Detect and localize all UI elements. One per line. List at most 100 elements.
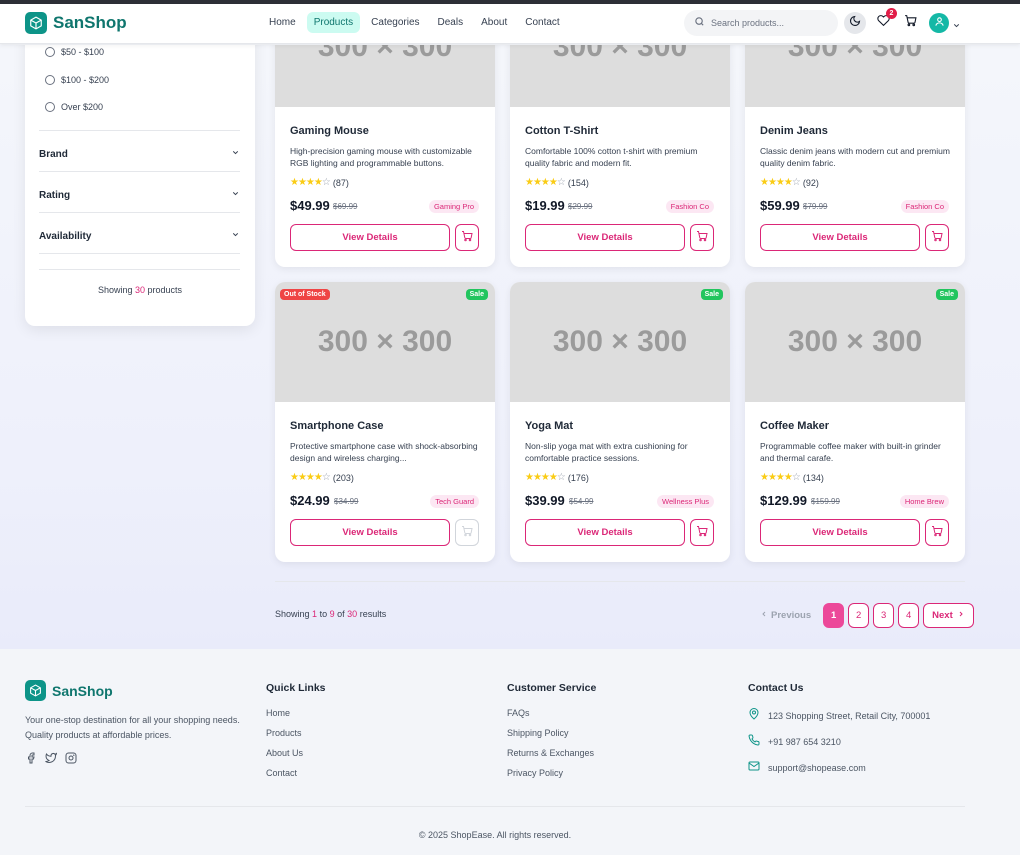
product-name[interactable]: Denim Jeans bbox=[760, 125, 828, 137]
facet-brand[interactable]: Brand bbox=[39, 148, 240, 160]
view-details-button[interactable]: View Details bbox=[760, 224, 920, 251]
product-rating: ★★★★☆ (154) bbox=[525, 177, 589, 188]
product-description: Classic denim jeans with modern cut and … bbox=[760, 146, 950, 168]
view-details-button[interactable]: View Details bbox=[290, 519, 450, 546]
product-name[interactable]: Coffee Maker bbox=[760, 420, 829, 432]
add-to-cart-button[interactable] bbox=[925, 224, 949, 251]
product-old-price: $54.99 bbox=[569, 497, 594, 506]
product-name[interactable]: Yoga Mat bbox=[525, 420, 573, 432]
quick-links-heading: Quick Links bbox=[266, 682, 326, 694]
divider bbox=[39, 253, 240, 254]
results-of-word: of bbox=[337, 609, 345, 619]
social-links bbox=[25, 751, 77, 769]
address-text: 123 Shopping Street, Retail City, 700001 bbox=[768, 710, 931, 721]
star-rating-icon: ★★★★☆ bbox=[525, 177, 566, 188]
product-image[interactable]: 300 × 300 bbox=[275, 45, 495, 107]
product-image[interactable]: 300 × 300 bbox=[745, 45, 965, 107]
nav-deals[interactable]: Deals bbox=[431, 12, 471, 33]
product-old-price: $79.99 bbox=[803, 202, 828, 211]
divider bbox=[275, 581, 965, 582]
nav-categories[interactable]: Categories bbox=[364, 12, 426, 33]
price-option-over-200[interactable]: Over $200 bbox=[45, 102, 103, 112]
nav-contact[interactable]: Contact bbox=[518, 12, 566, 33]
product-card: 300 × 300 Sale Yoga Mat Non-slip yoga ma… bbox=[510, 282, 730, 562]
add-to-cart-button[interactable] bbox=[690, 519, 714, 546]
view-details-button[interactable]: View Details bbox=[525, 519, 685, 546]
product-description: Protective smartphone case with shock-ab… bbox=[290, 441, 478, 463]
price-option-100-200[interactable]: $100 - $200 bbox=[45, 75, 109, 85]
product-description: Comfortable 100% cotton t-shirt with pre… bbox=[525, 146, 698, 168]
contact-email: support@shopease.com bbox=[748, 760, 930, 775]
add-to-cart-button[interactable] bbox=[455, 519, 479, 546]
footer-link-faqs[interactable]: FAQs bbox=[507, 708, 596, 719]
view-details-button[interactable]: View Details bbox=[525, 224, 685, 251]
nav-products[interactable]: Products bbox=[306, 12, 361, 33]
previous-page-button[interactable]: Previous bbox=[752, 603, 819, 628]
review-count: (203) bbox=[332, 472, 354, 483]
product-image[interactable]: 300 × 300 bbox=[275, 282, 495, 402]
facet-label: Rating bbox=[39, 189, 71, 201]
product-name[interactable]: Gaming Mouse bbox=[290, 125, 369, 137]
logo-text: SanShop bbox=[53, 13, 127, 32]
view-details-button[interactable]: View Details bbox=[760, 519, 920, 546]
divider bbox=[25, 806, 965, 807]
radio-button[interactable] bbox=[45, 102, 55, 112]
footer-link-shipping[interactable]: Shipping Policy bbox=[507, 728, 596, 739]
footer-link-contact[interactable]: Contact bbox=[266, 768, 326, 779]
price-option-label: $100 - $200 bbox=[61, 75, 110, 85]
radio-button[interactable] bbox=[45, 47, 55, 57]
twitter-icon[interactable] bbox=[45, 751, 58, 769]
price-option-50-100[interactable]: $50 - $100 bbox=[45, 47, 104, 57]
page-button-2[interactable]: 2 bbox=[848, 603, 870, 628]
contact-address: 123 Shopping Street, Retail City, 700001 bbox=[748, 708, 930, 723]
footer-link-products[interactable]: Products bbox=[266, 728, 326, 739]
add-to-cart-button[interactable] bbox=[690, 224, 714, 251]
page-button-4[interactable]: 4 bbox=[898, 603, 920, 628]
search-input[interactable] bbox=[711, 18, 831, 28]
facebook-icon[interactable] bbox=[25, 751, 37, 769]
cart-icon bbox=[461, 524, 473, 542]
next-page-button[interactable]: Next bbox=[923, 603, 974, 628]
footer-link-returns[interactable]: Returns & Exchanges bbox=[507, 748, 596, 759]
product-name[interactable]: Smartphone Case bbox=[290, 420, 384, 432]
instagram-icon[interactable] bbox=[65, 751, 77, 769]
footer-logo[interactable]: SanShop bbox=[25, 680, 113, 701]
footer-link-home[interactable]: Home bbox=[266, 708, 326, 719]
view-details-button[interactable]: View Details bbox=[290, 224, 450, 251]
review-count: (176) bbox=[567, 472, 589, 483]
product-card: 300 × 300 Denim Jeans Classic denim jean… bbox=[745, 45, 965, 267]
product-rating: ★★★★☆ (203) bbox=[290, 472, 354, 483]
product-name[interactable]: Cotton T-Shirt bbox=[525, 125, 598, 137]
page-button-3[interactable]: 3 bbox=[873, 603, 895, 628]
email-text[interactable]: support@shopease.com bbox=[768, 762, 866, 774]
user-avatar[interactable] bbox=[929, 13, 949, 33]
theme-toggle-button[interactable] bbox=[844, 12, 866, 34]
product-card: 300 × 300 Sale Coffee Maker Programmable… bbox=[745, 282, 965, 562]
results-to-word: to bbox=[319, 609, 328, 619]
product-description: Non-slip yoga mat with extra cushioning … bbox=[525, 441, 688, 463]
add-to-cart-button[interactable] bbox=[455, 224, 479, 251]
nav-home[interactable]: Home bbox=[262, 12, 303, 33]
out-of-stock-badge: Out of Stock bbox=[280, 289, 330, 300]
radio-button[interactable] bbox=[45, 75, 55, 85]
wishlist-button[interactable]: 2 bbox=[872, 8, 897, 34]
footer-link-about[interactable]: About Us bbox=[266, 748, 326, 759]
cart-button[interactable] bbox=[899, 12, 921, 34]
phone-text[interactable]: +91 987 654 3210 bbox=[768, 736, 841, 748]
add-to-cart-button[interactable] bbox=[925, 519, 949, 546]
nav-about[interactable]: About bbox=[474, 12, 514, 33]
product-image[interactable]: 300 × 300 bbox=[510, 45, 730, 107]
review-count: (87) bbox=[332, 177, 349, 188]
product-brand-badge: Wellness Plus bbox=[657, 495, 714, 508]
chevron-down-icon[interactable] bbox=[952, 17, 961, 35]
site-logo[interactable]: SanShop bbox=[25, 12, 127, 34]
facet-label: Availability bbox=[39, 230, 92, 242]
page-button-1[interactable]: 1 bbox=[823, 603, 845, 628]
facet-availability[interactable]: Availability bbox=[39, 230, 240, 242]
footer-link-privacy[interactable]: Privacy Policy bbox=[507, 768, 596, 779]
product-image[interactable]: 300 × 300 bbox=[745, 282, 965, 402]
product-price: $39.99 bbox=[525, 493, 565, 508]
product-image[interactable]: 300 × 300 bbox=[510, 282, 730, 402]
phone-icon bbox=[748, 734, 760, 749]
facet-rating[interactable]: Rating bbox=[39, 189, 240, 201]
